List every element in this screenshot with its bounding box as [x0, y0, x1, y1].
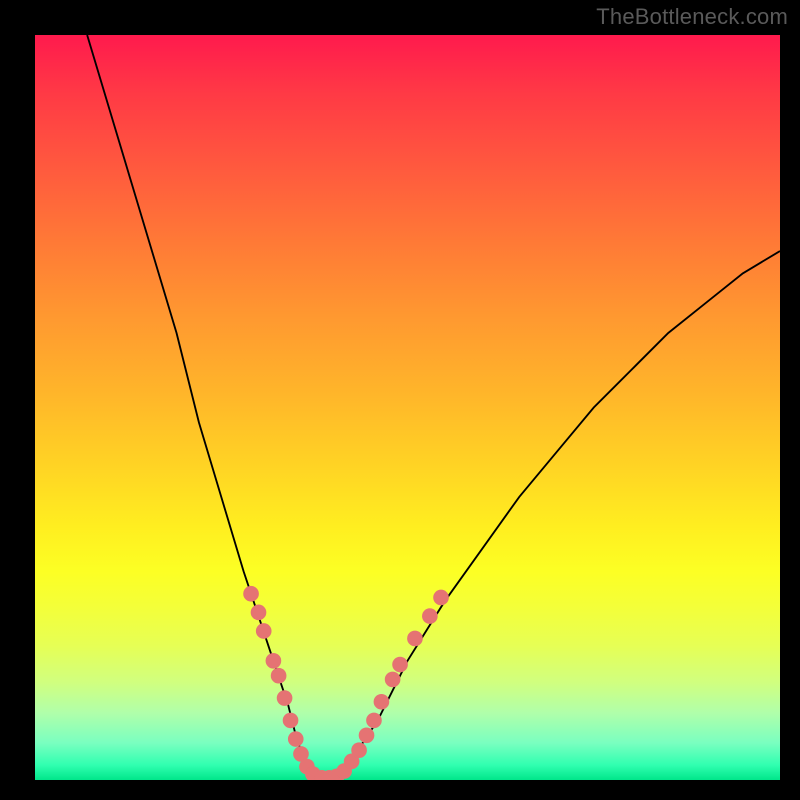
data-marker	[385, 672, 401, 688]
data-marker	[366, 713, 382, 729]
data-marker	[392, 657, 408, 673]
data-marker	[374, 694, 390, 710]
data-marker	[277, 690, 293, 706]
data-marker	[407, 631, 423, 647]
data-marker	[351, 742, 367, 758]
watermark-text: TheBottleneck.com	[596, 4, 788, 30]
data-marker-group	[243, 586, 449, 780]
data-marker	[256, 623, 272, 639]
data-marker	[251, 605, 267, 621]
curve-left-branch	[87, 35, 318, 780]
data-marker	[288, 731, 304, 747]
data-marker	[243, 586, 259, 602]
outer-frame: TheBottleneck.com	[0, 0, 800, 800]
data-marker	[266, 653, 282, 669]
data-marker	[271, 668, 287, 684]
data-marker	[283, 713, 299, 729]
data-marker	[359, 727, 375, 743]
chart-overlay-svg	[35, 35, 780, 780]
data-marker	[433, 590, 449, 606]
data-marker	[422, 608, 438, 624]
